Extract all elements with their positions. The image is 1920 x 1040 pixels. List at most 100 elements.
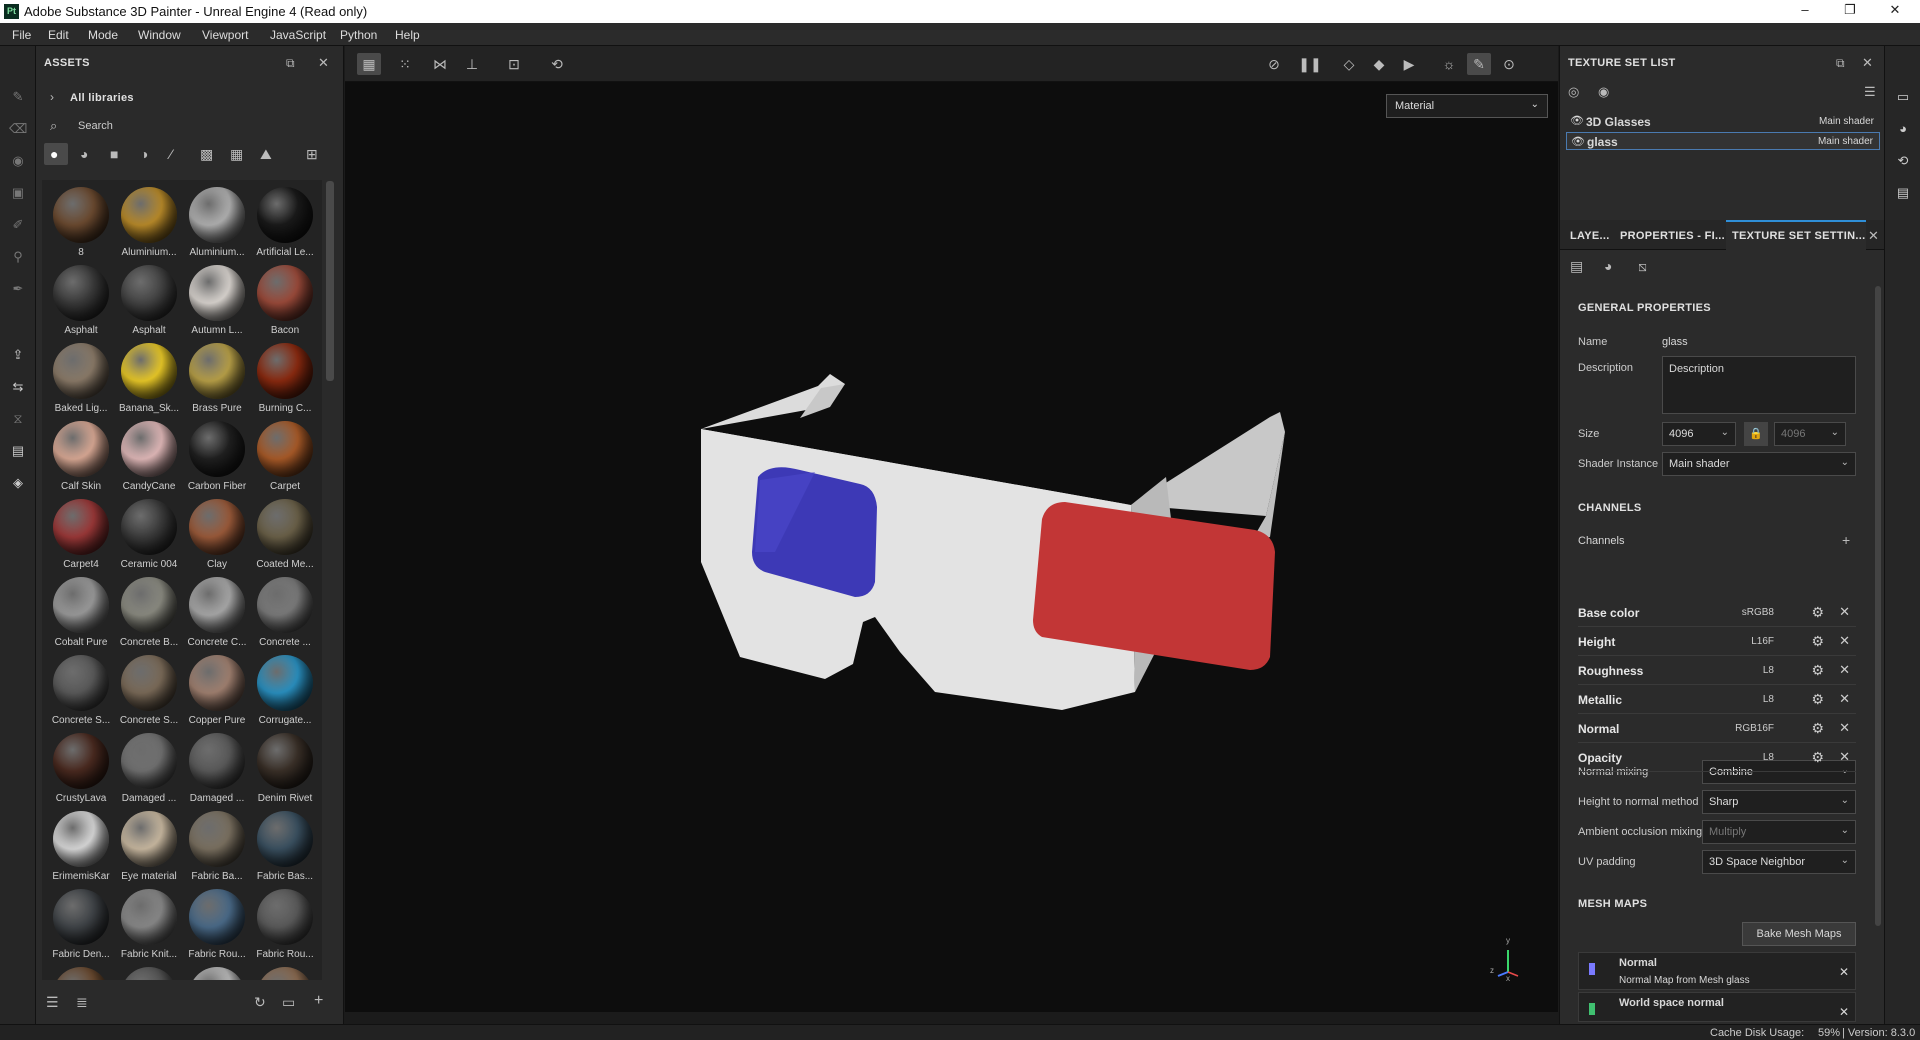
- asset-item[interactable]: Clay: [178, 496, 246, 574]
- camera-icon[interactable]: ▶: [1397, 53, 1421, 75]
- asset-item[interactable]: Ceramic 004: [110, 496, 178, 574]
- channel-format[interactable]: sRGB8: [1742, 607, 1774, 618]
- pattern-icon[interactable]: ▦: [230, 146, 243, 163]
- asset-item[interactable]: [42, 964, 110, 980]
- symmetry-icon[interactable]: ⋈: [428, 53, 452, 75]
- tab-texture-set-settings[interactable]: TEXTURE SET SETTIN...: [1726, 220, 1866, 250]
- mask-icon[interactable]: ■: [110, 146, 118, 162]
- asset-item[interactable]: Coated Me...: [246, 496, 314, 574]
- channel-row[interactable]: Opacity L8 ⚙ ✕: [1578, 743, 1856, 772]
- screenshot-icon[interactable]: ⊙: [1497, 53, 1521, 75]
- menu-icon[interactable]: ☰: [1864, 84, 1876, 100]
- channel-format[interactable]: L16F: [1751, 636, 1774, 647]
- asset-item[interactable]: Concrete S...: [110, 652, 178, 730]
- asset-item[interactable]: Fabric Bas...: [246, 808, 314, 886]
- asset-item[interactable]: CrustyLava: [42, 730, 110, 808]
- grid-view-icon[interactable]: ⊞: [306, 146, 318, 163]
- asset-item[interactable]: Asphalt: [42, 262, 110, 340]
- remove-channel-icon[interactable]: ✕: [1839, 604, 1850, 620]
- filter-list-icon[interactable]: ☰: [46, 994, 59, 1011]
- channel-row[interactable]: Metallic L8 ⚙ ✕: [1578, 685, 1856, 714]
- remove-channel-icon[interactable]: ✕: [1839, 720, 1850, 736]
- paint-mode-icon[interactable]: ✎: [1467, 53, 1491, 75]
- smart-material-icon[interactable]: ◕: [80, 146, 88, 162]
- asset-item[interactable]: Banana_Sk...: [110, 340, 179, 418]
- menu-window[interactable]: Window: [138, 28, 181, 42]
- refresh-icon[interactable]: ↻: [254, 994, 266, 1011]
- assets-scrollbar[interactable]: [326, 181, 334, 381]
- menu-help[interactable]: Help: [395, 28, 420, 42]
- 3d-viewport[interactable]: y z x: [345, 82, 1558, 1012]
- asset-item[interactable]: Fabric Rou...: [246, 886, 314, 964]
- projection-icon[interactable]: ◉: [9, 152, 27, 170]
- bake-mesh-maps-button[interactable]: Bake Mesh Maps: [1742, 922, 1856, 946]
- asset-item[interactable]: Corrugate...: [246, 652, 314, 730]
- menu-javascript[interactable]: JavaScript: [270, 28, 326, 42]
- asset-item[interactable]: Fabric Knit...: [110, 886, 178, 964]
- tab-layers[interactable]: LAYE...: [1570, 230, 1610, 242]
- smudge-icon[interactable]: ✐: [9, 216, 27, 234]
- asset-item[interactable]: [178, 964, 246, 980]
- mesh-map-item[interactable]: World space normal ✕: [1578, 992, 1856, 1022]
- maximize-button[interactable]: ❐: [1835, 2, 1865, 20]
- asset-item[interactable]: ErimemisKar: [42, 808, 110, 886]
- uv-padding-select[interactable]: 3D Space Neighbor ⌄: [1702, 850, 1856, 874]
- channel-row[interactable]: Normal RGB16F ⚙ ✕: [1578, 714, 1856, 743]
- gear-icon[interactable]: ⚙: [1811, 749, 1824, 766]
- asset-item[interactable]: Carpet4: [42, 496, 110, 574]
- remove-icon[interactable]: ✕: [1839, 965, 1849, 979]
- asset-item[interactable]: Calf Skin: [42, 418, 110, 496]
- remove-channel-icon[interactable]: ✕: [1839, 691, 1850, 707]
- chevron-right-icon[interactable]: ›: [50, 90, 54, 104]
- clone-stamp-icon[interactable]: ⚲: [9, 248, 27, 266]
- search-input[interactable]: Search: [78, 120, 113, 132]
- eye-icon[interactable]: ◉: [1598, 84, 1609, 100]
- gear-icon[interactable]: ⚙: [1811, 604, 1824, 621]
- float-panel-icon[interactable]: ⧉: [1836, 56, 1845, 71]
- frame-icon[interactable]: ⊡: [502, 53, 526, 75]
- mesh-map-item[interactable]: Normal Normal Map from Mesh glass ✕: [1578, 952, 1856, 990]
- gear-icon[interactable]: ⚙: [1811, 720, 1824, 737]
- menu-viewport[interactable]: Viewport: [202, 28, 248, 42]
- polygon-fill-icon[interactable]: ▣: [9, 184, 27, 202]
- asset-item[interactable]: [246, 964, 314, 980]
- texture-icon[interactable]: ▩: [200, 146, 213, 163]
- sort-icon[interactable]: ≣: [76, 994, 88, 1011]
- name-field[interactable]: glass: [1662, 336, 1688, 348]
- remove-channel-icon[interactable]: ✕: [1839, 749, 1850, 765]
- remove-channel-icon[interactable]: ✕: [1839, 633, 1850, 649]
- generator-icon[interactable]: ◑: [140, 146, 148, 162]
- asset-item[interactable]: Carbon Fiber: [178, 418, 246, 496]
- asset-item[interactable]: Fabric Den...: [42, 886, 110, 964]
- history-icon[interactable]: ⟲: [1894, 152, 1912, 170]
- materials-icon[interactable]: ◈: [9, 474, 27, 492]
- channel-row[interactable]: Height L16F ⚙ ✕: [1578, 627, 1856, 656]
- channel-format[interactable]: L8: [1763, 694, 1774, 705]
- tab-properties[interactable]: PROPERTIES - FI...: [1620, 230, 1725, 242]
- remove-icon[interactable]: ✕: [1839, 1005, 1849, 1019]
- close-panel-icon[interactable]: ✕: [318, 55, 329, 71]
- gear-icon[interactable]: ⚙: [1811, 691, 1824, 708]
- settings-tab-icon[interactable]: ▤: [1570, 258, 1583, 275]
- eraser-icon[interactable]: ⌫: [9, 120, 27, 138]
- asset-item[interactable]: Concrete B...: [110, 574, 178, 652]
- object-icon[interactable]: ◆: [1367, 53, 1391, 75]
- environment-icon[interactable]: ⛰: [260, 146, 272, 163]
- asset-item[interactable]: Burning C...: [246, 340, 314, 418]
- paint-brush-icon[interactable]: ✎: [9, 88, 27, 106]
- shader-settings-icon[interactable]: ◕: [1894, 120, 1912, 138]
- asset-item[interactable]: [110, 964, 178, 980]
- bake-icon[interactable]: ⇆: [9, 378, 27, 396]
- color-picker-icon[interactable]: ✒: [9, 280, 27, 298]
- shelf-icon[interactable]: ▤: [9, 442, 27, 460]
- shader-tab-icon[interactable]: ◕: [1604, 258, 1612, 274]
- asset-item[interactable]: Copper Pure: [178, 652, 246, 730]
- size-select[interactable]: 4096 ⌄: [1662, 422, 1736, 446]
- asset-item[interactable]: CandyCane: [110, 418, 178, 496]
- asset-item[interactable]: Damaged ...: [110, 730, 178, 808]
- menu-python[interactable]: Python: [340, 28, 377, 42]
- pause-icon[interactable]: ❚❚: [1298, 53, 1322, 75]
- history-icon[interactable]: ⟲: [545, 53, 569, 75]
- float-panel-icon[interactable]: ⧉: [286, 56, 295, 71]
- settings-scrollbar[interactable]: [1875, 286, 1881, 926]
